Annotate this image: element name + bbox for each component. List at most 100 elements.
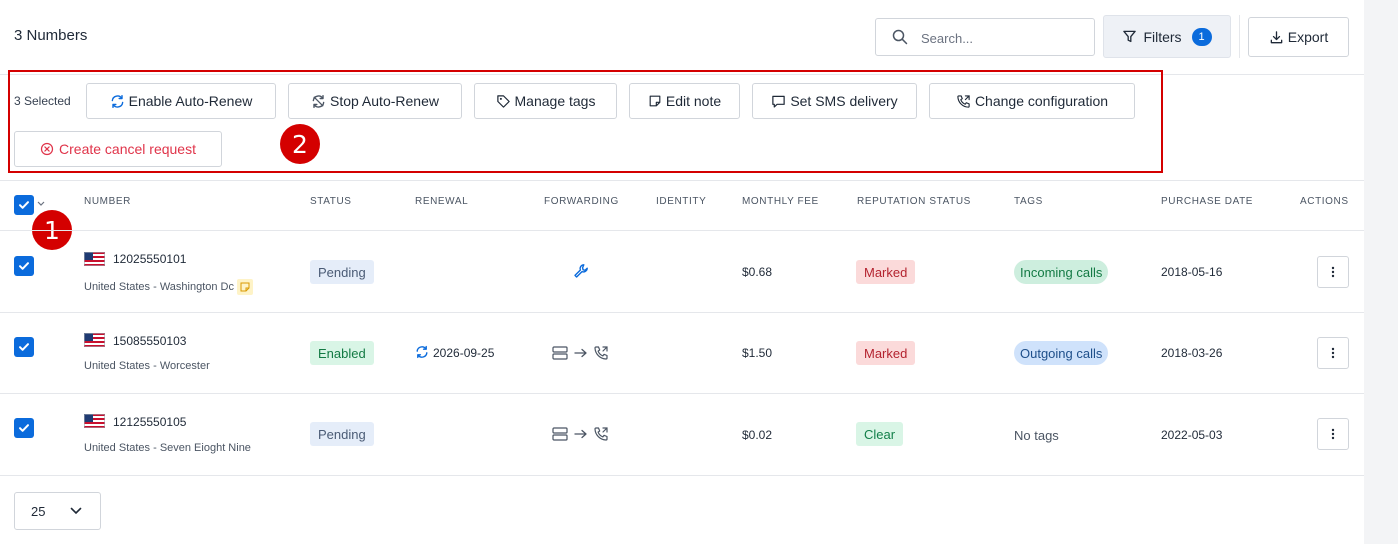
search-input[interactable] bbox=[921, 28, 1086, 48]
column-header-status[interactable]: STATUS bbox=[310, 196, 352, 207]
purchase-date: 2022-05-03 bbox=[1161, 428, 1223, 442]
enable-auto-renew-button[interactable]: Enable Auto-Renew bbox=[86, 83, 276, 119]
column-header-forwarding[interactable]: FORWARDING bbox=[544, 196, 619, 207]
location-text: United States - Washington Dc bbox=[84, 280, 234, 293]
manage-tags-button[interactable]: Manage tags bbox=[474, 83, 617, 119]
column-header-actions: ACTIONS bbox=[1300, 196, 1349, 207]
set-sms-delivery-button[interactable]: Set SMS delivery bbox=[752, 83, 917, 119]
enable-auto-renew-label: Enable Auto-Renew bbox=[128, 93, 253, 109]
phone-number[interactable]: 12025550101 bbox=[113, 252, 186, 266]
note-icon bbox=[649, 95, 661, 107]
numbers-panel: 3 Numbers Filters 1 Export 3 Selected En… bbox=[0, 0, 1364, 544]
number-location: United States - Worcester bbox=[84, 360, 210, 372]
edit-note-label: Edit note bbox=[665, 93, 722, 109]
row-checkbox[interactable] bbox=[14, 337, 34, 357]
phone-config-icon bbox=[957, 94, 970, 108]
tag-icon bbox=[496, 94, 510, 108]
status-badge: Pending bbox=[310, 260, 374, 284]
create-cancel-request-button[interactable]: Create cancel request bbox=[14, 131, 222, 167]
search-icon bbox=[892, 29, 908, 45]
monthly-fee: $1.50 bbox=[742, 346, 773, 360]
table-top-line bbox=[0, 180, 1364, 181]
cancel-circle-icon bbox=[40, 142, 54, 156]
chevron-down-icon[interactable] bbox=[37, 201, 45, 207]
row-checkbox[interactable] bbox=[14, 256, 34, 276]
row-actions-button[interactable] bbox=[1317, 256, 1349, 288]
check-icon bbox=[19, 201, 29, 209]
column-header-purchase-date[interactable]: PURCHASE DATE bbox=[1161, 196, 1253, 207]
table-row[interactable] bbox=[0, 313, 1364, 393]
download-icon bbox=[1270, 30, 1283, 43]
server-to-phone-icon[interactable] bbox=[552, 426, 612, 442]
column-header-renewal[interactable]: RENEWAL bbox=[415, 196, 468, 207]
column-header-number[interactable]: NUMBER bbox=[84, 196, 131, 207]
check-icon bbox=[19, 262, 29, 270]
filter-icon bbox=[1123, 30, 1137, 43]
purchase-date: 2018-05-16 bbox=[1161, 265, 1223, 279]
status-badge: Pending bbox=[310, 422, 374, 446]
annotation-marker-2: 2 bbox=[280, 124, 320, 164]
table-bottom-line bbox=[0, 475, 1364, 476]
monthly-fee: $0.02 bbox=[742, 428, 773, 442]
purchase-date: 2018-03-26 bbox=[1161, 346, 1223, 360]
us-flag-icon bbox=[84, 333, 105, 347]
page-size-value: 25 bbox=[31, 504, 46, 519]
stop-auto-renew-button[interactable]: Stop Auto-Renew bbox=[288, 83, 462, 119]
filters-count-badge: 1 bbox=[1191, 27, 1212, 46]
reputation-badge: Marked bbox=[856, 260, 916, 284]
status-badge: Enabled bbox=[310, 341, 374, 365]
sticky-note-icon[interactable] bbox=[237, 279, 253, 295]
header-divider bbox=[1239, 15, 1240, 58]
stop-refresh-icon bbox=[312, 94, 325, 108]
check-icon bbox=[19, 343, 29, 351]
tag-pill[interactable]: Incoming calls bbox=[1014, 260, 1109, 284]
filters-button[interactable]: Filters 1 bbox=[1103, 15, 1231, 58]
server-to-phone-icon[interactable] bbox=[552, 345, 612, 361]
refresh-icon bbox=[416, 345, 428, 359]
us-flag-icon bbox=[84, 414, 105, 428]
phone-number[interactable]: 12125550105 bbox=[113, 415, 186, 429]
monthly-fee: $0.68 bbox=[742, 265, 773, 279]
page-title: 3 Numbers bbox=[14, 27, 88, 44]
row-actions-button[interactable] bbox=[1317, 418, 1349, 450]
selected-count: 3 Selected bbox=[14, 94, 71, 108]
number-location: United States - Washington Dc bbox=[84, 279, 253, 295]
create-cancel-request-label: Create cancel request bbox=[59, 141, 196, 157]
change-configuration-label: Change configuration bbox=[974, 93, 1109, 109]
chevron-down-icon bbox=[70, 507, 82, 515]
edit-note-button[interactable]: Edit note bbox=[629, 83, 740, 119]
row-checkbox[interactable] bbox=[14, 418, 34, 438]
renewal-date: 2026-09-25 bbox=[433, 346, 495, 360]
phone-number[interactable]: 15085550103 bbox=[113, 334, 186, 348]
column-header-tags[interactable]: TAGS bbox=[1014, 196, 1043, 207]
table-row[interactable] bbox=[0, 394, 1364, 475]
tag-pill[interactable]: Outgoing calls bbox=[1014, 341, 1109, 365]
export-label: Export bbox=[1287, 29, 1329, 45]
column-header-reputation-status[interactable]: REPUTATION STATUS bbox=[857, 196, 971, 207]
select-all-checkbox[interactable] bbox=[14, 195, 34, 215]
search-box[interactable] bbox=[875, 18, 1095, 56]
row-actions-button[interactable] bbox=[1317, 337, 1349, 369]
change-configuration-button[interactable]: Change configuration bbox=[929, 83, 1135, 119]
page-size-select[interactable]: 25 bbox=[14, 492, 101, 530]
us-flag-icon bbox=[84, 252, 105, 266]
no-tags-text: No tags bbox=[1014, 428, 1059, 443]
reputation-badge: Clear bbox=[856, 422, 904, 446]
column-header-monthly-fee[interactable]: MONTHLY FEE bbox=[742, 196, 819, 207]
export-button[interactable]: Export bbox=[1248, 17, 1349, 57]
more-vertical-icon bbox=[1331, 347, 1335, 359]
manage-tags-label: Manage tags bbox=[514, 93, 596, 109]
wrench-icon[interactable] bbox=[573, 263, 589, 279]
refresh-icon bbox=[111, 94, 123, 108]
stop-auto-renew-label: Stop Auto-Renew bbox=[330, 93, 439, 109]
more-vertical-icon bbox=[1331, 428, 1335, 440]
number-location: United States - Seven Eioght Nine bbox=[84, 442, 251, 454]
table-row[interactable] bbox=[0, 231, 1364, 312]
message-icon bbox=[772, 95, 786, 108]
filters-label: Filters bbox=[1143, 28, 1182, 45]
check-icon bbox=[19, 424, 29, 432]
more-vertical-icon bbox=[1331, 266, 1335, 278]
column-header-identity[interactable]: IDENTITY bbox=[656, 196, 706, 207]
set-sms-delivery-label: Set SMS delivery bbox=[790, 93, 898, 109]
reputation-badge: Marked bbox=[856, 341, 916, 365]
